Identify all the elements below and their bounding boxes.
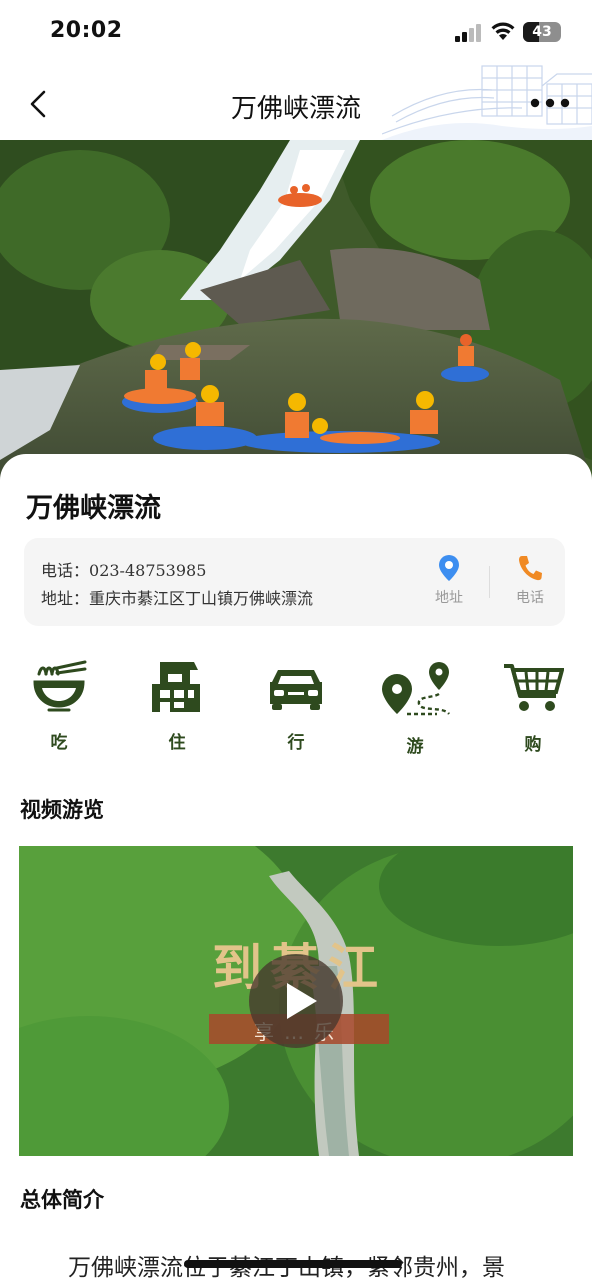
intro-section-title: 总体简介 xyxy=(20,1188,104,1212)
category-label: 游 xyxy=(406,737,424,757)
phone-action-label: 电话 xyxy=(516,590,544,606)
category-label: 行 xyxy=(287,733,305,753)
content-card: 万佛峡漂流 电话：023-48753985 地址：重庆市綦江区丁山镇万佛峡漂流 … xyxy=(0,454,592,1280)
battery-percent: 43 xyxy=(532,24,552,40)
more-options-icon[interactable] xyxy=(530,98,570,108)
wifi-icon xyxy=(491,22,515,40)
location-pin-icon xyxy=(439,555,459,581)
play-icon xyxy=(287,983,317,1019)
address-text: 重庆市綦江区丁山镇万佛峡漂流 xyxy=(89,589,314,608)
car-icon xyxy=(270,670,322,710)
video-player[interactable]: 到綦江 享…乐 xyxy=(19,846,573,1156)
category-label: 住 xyxy=(168,733,186,753)
address-action-button[interactable]: 地址 xyxy=(422,554,476,610)
cellular-signal-icon xyxy=(455,24,481,42)
category-label: 购 xyxy=(524,735,542,755)
nav-title: 万佛峡漂流 xyxy=(230,94,361,124)
place-title: 万佛峡漂流 xyxy=(26,493,161,524)
address-action-label: 地址 xyxy=(435,590,463,606)
phone-line: 电话：023-48753985 xyxy=(41,557,206,581)
status-time: 20:02 xyxy=(50,18,123,43)
hero-photo xyxy=(0,140,592,480)
category-label: 吃 xyxy=(50,733,68,753)
shopping-cart-icon xyxy=(504,664,564,711)
route-pin-icon xyxy=(382,662,450,716)
phone-action-button[interactable]: 电话 xyxy=(503,554,557,610)
phone-label: 电话： xyxy=(41,561,90,580)
home-indicator xyxy=(184,1260,402,1268)
battery-icon: 43 xyxy=(523,22,561,42)
building-icon xyxy=(152,662,200,712)
category-travel[interactable]: 行 xyxy=(256,660,336,753)
phone-number: 023-48753985 xyxy=(89,561,207,580)
category-row: 吃 住 行 游 购 xyxy=(0,660,592,760)
phone-icon xyxy=(519,556,542,581)
address-line: 地址：重庆市綦江区丁山镇万佛峡漂流 xyxy=(41,585,313,609)
category-shop[interactable]: 购 xyxy=(493,660,573,755)
info-divider xyxy=(489,566,490,598)
category-eat[interactable]: 吃 xyxy=(19,660,99,753)
address-label: 地址： xyxy=(41,589,90,608)
status-bar: 20:02 43 xyxy=(0,0,592,64)
contact-info-box: 电话：023-48753985 地址：重庆市綦江区丁山镇万佛峡漂流 地址 电话 xyxy=(24,538,565,626)
play-button[interactable] xyxy=(249,954,343,1048)
nav-bar: 万佛峡漂流 xyxy=(0,64,592,140)
category-tour[interactable]: 游 xyxy=(375,660,455,757)
noodle-bowl-icon xyxy=(33,660,87,712)
category-stay[interactable]: 住 xyxy=(137,660,217,753)
video-section-title: 视频游览 xyxy=(20,798,104,822)
